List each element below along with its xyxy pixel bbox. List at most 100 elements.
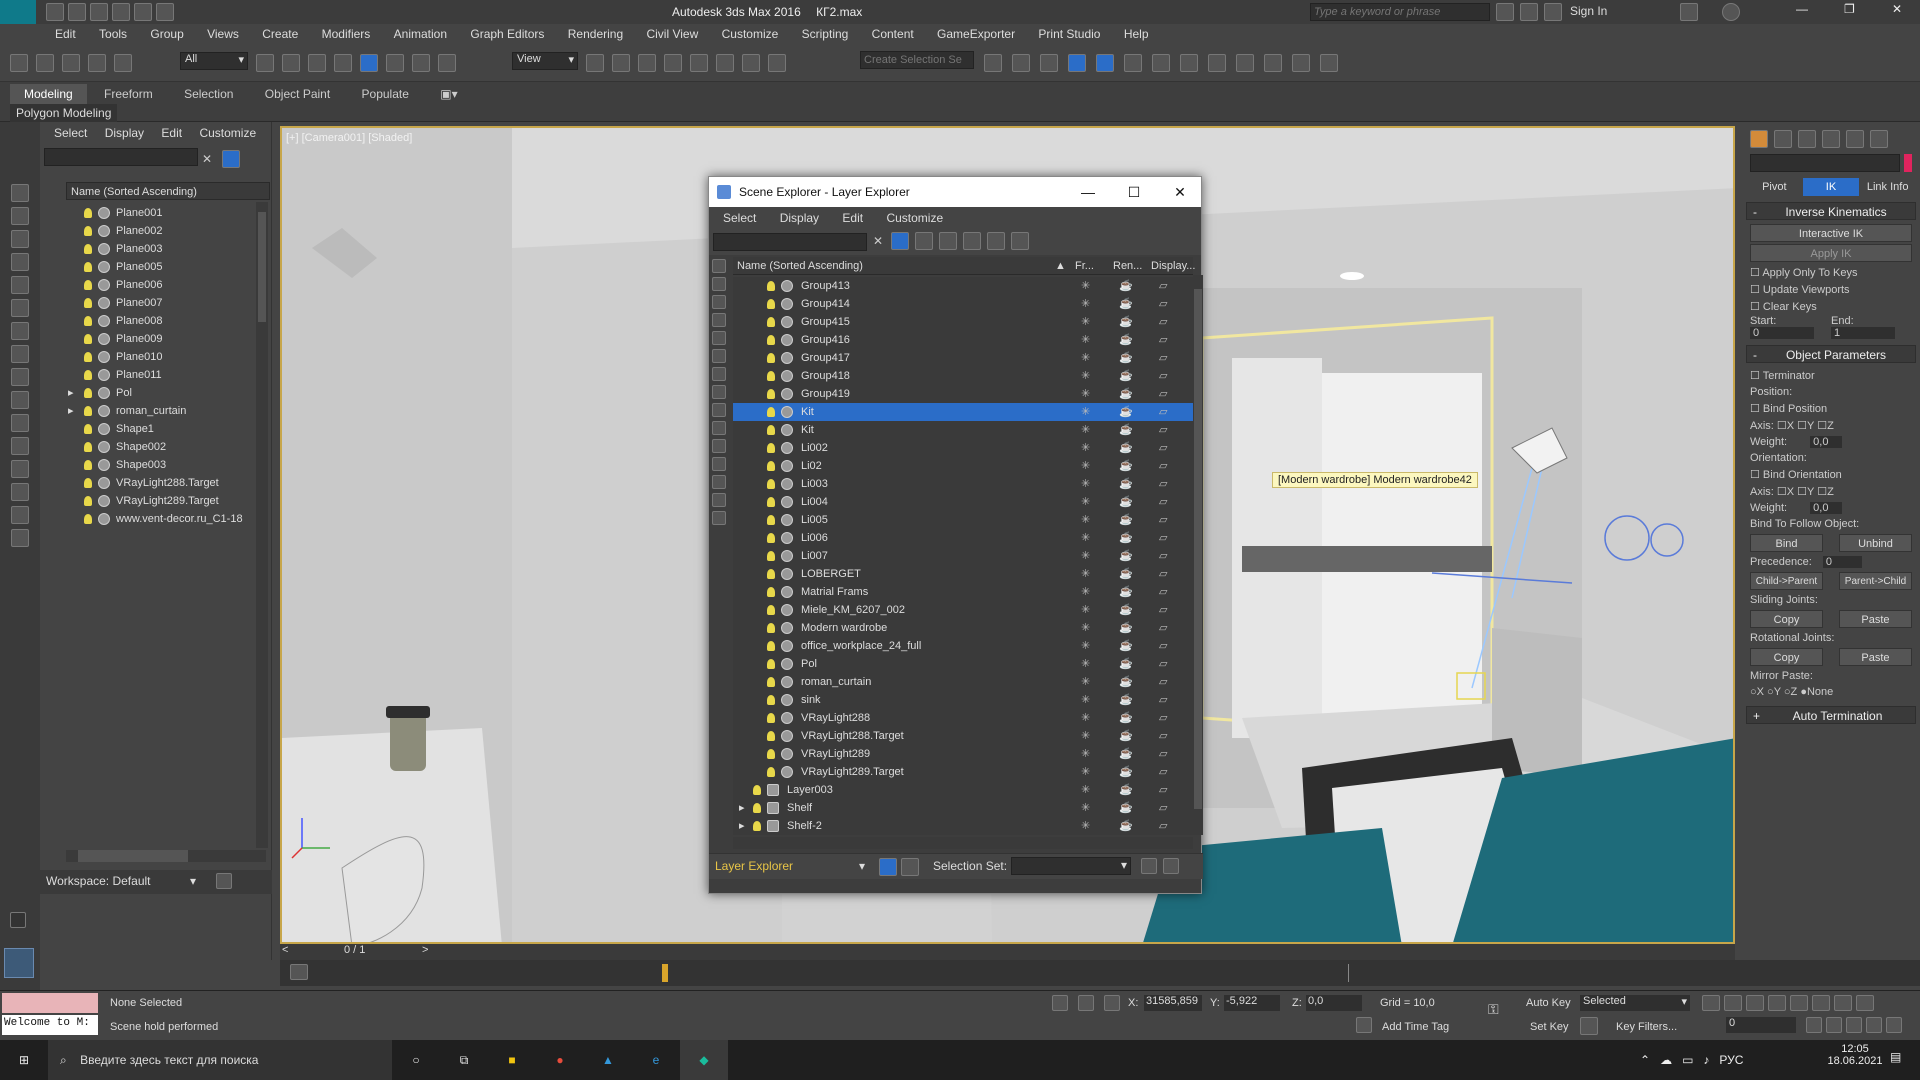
z-coordinate-field[interactable]: 0,0 [1306, 995, 1362, 1011]
menu-group[interactable]: Group [140, 24, 193, 44]
selection-set-select[interactable]: ▾ [1011, 857, 1131, 875]
left-list-item[interactable]: Plane007 [66, 294, 256, 312]
layer-row[interactable]: ▸ Shelf-2 ✳ ☕ ▱ [733, 817, 1193, 835]
renderable-toggle-icon[interactable]: ☕ [1119, 421, 1133, 439]
layer-row[interactable]: ▸ Shelf ✳ ☕ ▱ [733, 799, 1193, 817]
visibility-bulb-icon[interactable] [767, 389, 775, 399]
menu-civil-view[interactable]: Civil View [636, 24, 708, 44]
apply-ik-button[interactable]: Apply IK [1750, 244, 1912, 262]
onedrive-icon[interactable]: ☁ [1660, 1040, 1672, 1080]
layer-row[interactable]: Group417 ✳ ☕ ▱ [733, 349, 1193, 367]
menu-graph-editors[interactable]: Graph Editors [460, 24, 554, 44]
selection-filter-select[interactable]: All ▾ [180, 52, 248, 70]
display-toggle-icon[interactable]: ▱ [1159, 529, 1167, 547]
redo-icon[interactable] [36, 54, 54, 72]
render-iterative-icon[interactable] [1292, 54, 1310, 72]
layer-row[interactable]: Layer003 ✳ ☕ ▱ [733, 781, 1193, 799]
left-list-item[interactable]: Plane002 [66, 222, 256, 240]
left-list-item[interactable]: Shape1 [66, 420, 256, 438]
visibility-bulb-icon[interactable] [84, 244, 92, 255]
freeze-toggle-icon[interactable]: ✳ [1081, 349, 1090, 367]
display-toggle-icon[interactable]: ▱ [1159, 403, 1167, 421]
walkthrough-icon[interactable] [1856, 995, 1874, 1011]
left-menu-customize[interactable]: Customize [199, 126, 256, 140]
visibility-bulb-icon[interactable] [767, 695, 775, 705]
layer-row[interactable]: Group414 ✳ ☕ ▱ [733, 295, 1193, 313]
tab-ik[interactable]: IK [1802, 178, 1860, 196]
taskbar-clock[interactable]: 12:05 18.06.2021 [1820, 1043, 1890, 1067]
explorer-display-shapes-icon[interactable] [712, 295, 726, 309]
new-icon[interactable] [46, 3, 64, 21]
explorer-hierarchy-icon[interactable] [901, 858, 919, 876]
time-slider-prev[interactable]: < [282, 944, 288, 956]
renderable-toggle-icon[interactable]: ☕ [1119, 529, 1133, 547]
freeze-toggle-icon[interactable]: ✳ [1081, 547, 1090, 565]
renderable-toggle-icon[interactable]: ☕ [1119, 601, 1133, 619]
display-cameras-icon[interactable] [11, 276, 29, 294]
clear-search-icon[interactable]: ✕ [202, 152, 212, 166]
display-toggle-icon[interactable]: ▱ [1159, 439, 1167, 457]
visibility-bulb-icon[interactable] [84, 388, 92, 399]
visibility-bulb-icon[interactable] [84, 442, 92, 453]
display-toggle-icon[interactable]: ▱ [1159, 637, 1167, 655]
layer-row[interactable]: Pol ✳ ☕ ▱ [733, 655, 1193, 673]
explorer-display-lights-icon[interactable] [712, 313, 726, 327]
freeze-toggle-icon[interactable]: ✳ [1081, 781, 1090, 799]
time-tag-icon[interactable] [1356, 1017, 1372, 1033]
ribbon-toggle-icon[interactable] [1096, 54, 1114, 72]
curve-editor-icon[interactable] [1124, 54, 1142, 72]
visibility-bulb-icon[interactable] [753, 803, 761, 813]
motion-panel-icon[interactable] [1822, 130, 1840, 148]
visibility-bulb-icon[interactable] [753, 785, 761, 795]
visibility-bulb-icon[interactable] [767, 623, 775, 633]
freeze-toggle-icon[interactable]: ✳ [1081, 655, 1090, 673]
freeze-toggle-icon[interactable]: ✳ [1081, 637, 1090, 655]
reference-coord-select[interactable]: View ▾ [512, 52, 578, 70]
schematic-view-icon[interactable] [1152, 54, 1170, 72]
explorer-display-warps-icon[interactable] [712, 367, 726, 381]
explorer-display-groups-icon[interactable] [712, 385, 726, 399]
left-hscrollbar[interactable] [66, 850, 266, 862]
close-button[interactable]: ✕ [1892, 2, 1902, 16]
add-time-tag[interactable]: Add Time Tag [1382, 1021, 1449, 1033]
explorer-display-containers-icon[interactable] [712, 439, 726, 453]
select-object-icon[interactable] [256, 54, 274, 72]
layer-row[interactable]: VRayLight289.Target ✳ ☕ ▱ [733, 763, 1193, 781]
explorer-display-helpers-icon[interactable] [712, 349, 726, 363]
bind-button[interactable]: Bind [1750, 534, 1823, 552]
renderable-toggle-icon[interactable]: ☕ [1119, 439, 1133, 457]
filter-icon[interactable] [11, 483, 29, 501]
renderable-toggle-icon[interactable]: ☕ [1119, 637, 1133, 655]
left-list-item[interactable]: www.vent-decor.ru_C1-18 [66, 510, 256, 528]
visibility-bulb-icon[interactable] [767, 551, 775, 561]
menu-rendering[interactable]: Rendering [558, 24, 633, 44]
renderable-toggle-icon[interactable]: ☕ [1119, 781, 1133, 799]
renderable-toggle-icon[interactable]: ☕ [1119, 673, 1133, 691]
maxscript-mini-listener[interactable]: Welcome to M: [2, 1015, 98, 1035]
renderable-toggle-icon[interactable]: ☕ [1119, 349, 1133, 367]
notifications-icon[interactable]: ▤ [1890, 1050, 1901, 1064]
child-parent-button[interactable]: Child->Parent [1750, 572, 1823, 590]
left-list-item[interactable]: Plane005 [66, 258, 256, 276]
renderable-toggle-icon[interactable]: ☕ [1119, 745, 1133, 763]
exchange-icon[interactable] [1520, 3, 1538, 21]
layer-row[interactable]: Matrial Frams ✳ ☕ ▱ [733, 583, 1193, 601]
visibility-bulb-icon[interactable] [84, 478, 92, 489]
go-to-start-icon[interactable] [1702, 995, 1720, 1011]
visibility-bulb-icon[interactable] [84, 352, 92, 363]
display-toggle-icon[interactable]: ▱ [1159, 709, 1167, 727]
left-list-item[interactable]: Shape003 [66, 456, 256, 474]
binoculars-icon[interactable] [1496, 3, 1514, 21]
display-containers-icon[interactable] [11, 414, 29, 432]
freeze-toggle-icon[interactable]: ✳ [1081, 565, 1090, 583]
visibility-bulb-icon[interactable] [767, 371, 775, 381]
sort-icon[interactable] [11, 529, 29, 547]
visibility-bulb-icon[interactable] [84, 460, 92, 471]
terminator-checkbox[interactable]: ☐ Terminator [1742, 367, 1920, 384]
display-toggle-icon[interactable]: ▱ [1159, 781, 1167, 799]
display-toggle-icon[interactable]: ▱ [1159, 601, 1167, 619]
visibility-bulb-icon[interactable] [84, 226, 92, 237]
hierarchy-panel-icon[interactable] [1798, 130, 1816, 148]
visibility-bulb-icon[interactable] [767, 317, 775, 327]
end-spinner[interactable]: 1 [1831, 327, 1895, 339]
